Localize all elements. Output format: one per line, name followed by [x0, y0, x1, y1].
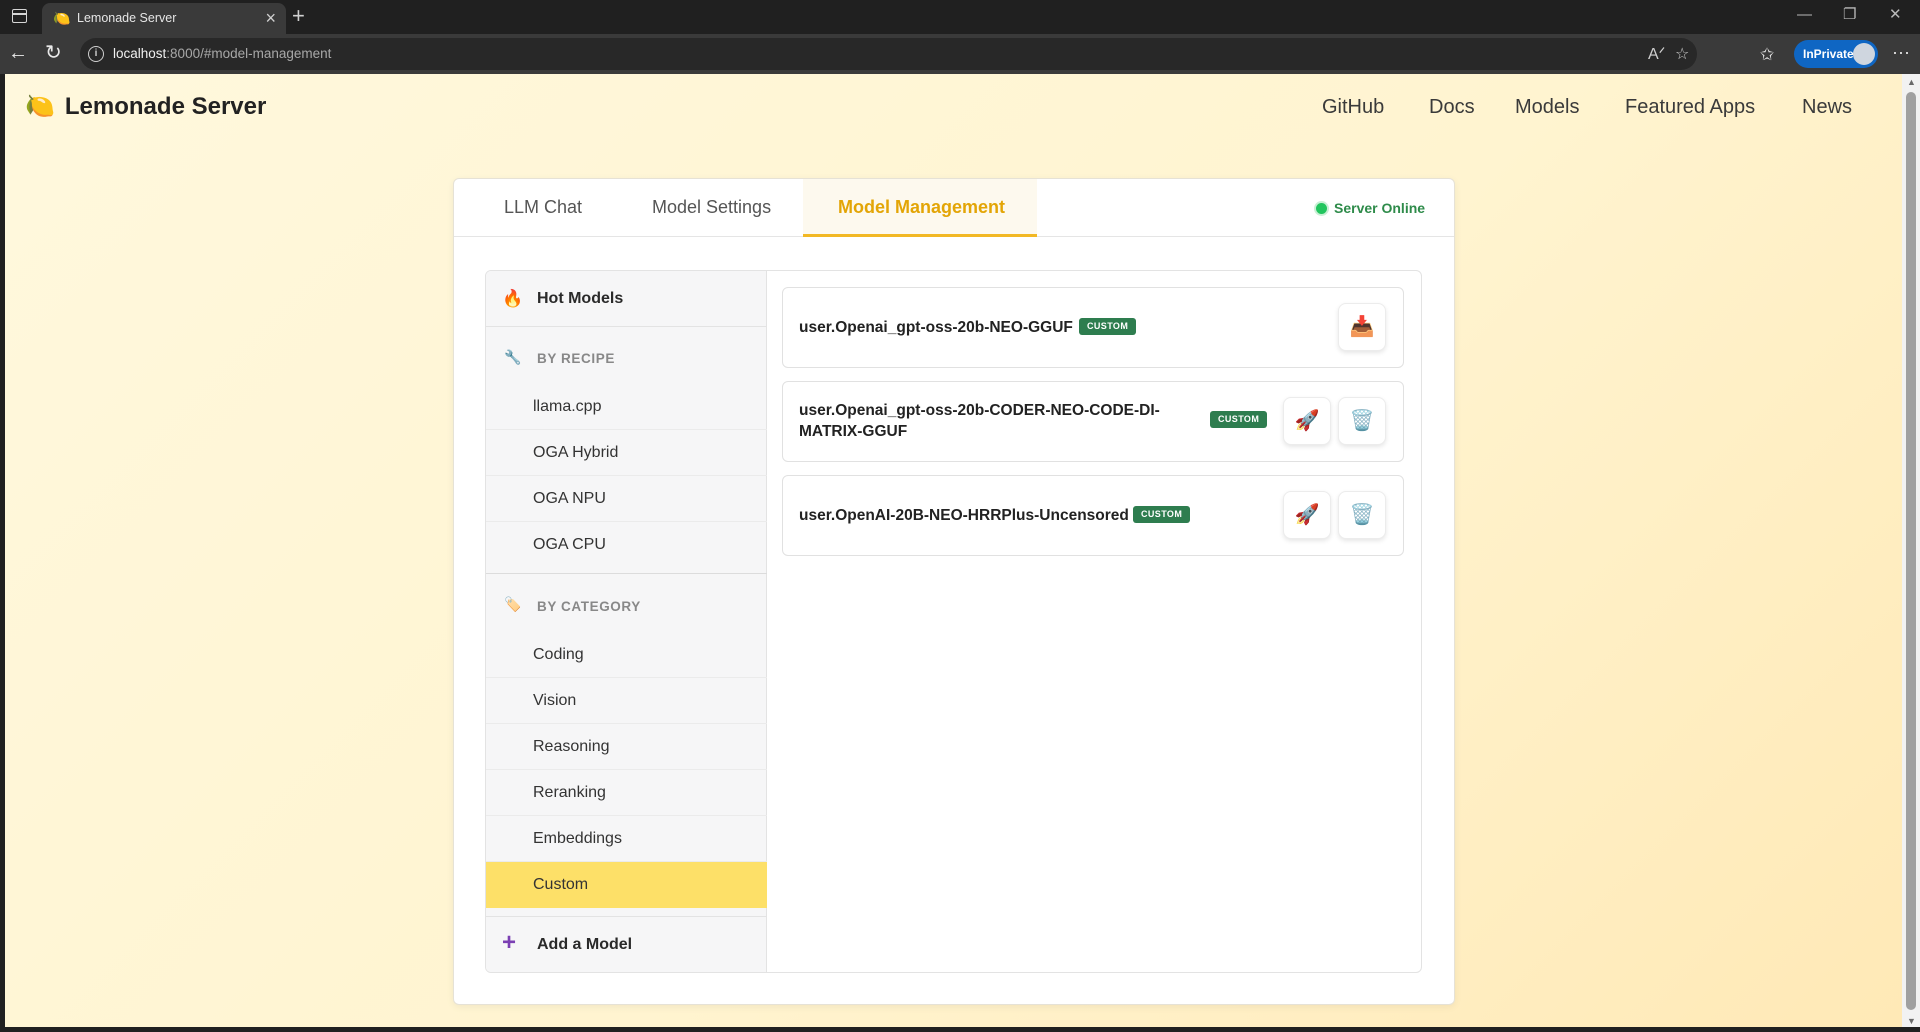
recipe-section-header: 🔧 BY RECIPE: [504, 349, 615, 366]
new-tab-icon[interactable]: +: [292, 3, 305, 29]
load-model-button[interactable]: 🚀: [1283, 397, 1331, 445]
nav-models[interactable]: Models: [1515, 96, 1579, 119]
list-item: user.Openai_gpt-oss-20b-CODER-NEO-CODE-D…: [782, 381, 1404, 462]
category-section-header: 🏷️ BY CATEGORY: [504, 596, 641, 614]
trash-icon: 🗑️: [1349, 504, 1375, 526]
url-input[interactable]: i localhost:8000/#model-management Aᐟ ☆: [80, 38, 1697, 70]
nav-featured-apps[interactable]: Featured Apps: [1625, 96, 1755, 119]
trash-icon: 🗑️: [1349, 410, 1375, 432]
server-status: Server Online: [1316, 200, 1425, 216]
tag-icon: 🏷️: [504, 596, 522, 612]
sidebar-item-hot-models[interactable]: 🔥 Hot Models: [486, 271, 767, 327]
tab-llm-chat[interactable]: LLM Chat: [504, 197, 582, 218]
model-name: user.OpenAI-20B-NEO-HRRPlus-Uncensored: [799, 507, 1129, 524]
nav-docs[interactable]: Docs: [1429, 96, 1475, 119]
inprivate-badge[interactable]: InPrivate: [1794, 40, 1878, 68]
list-item: user.Openai_gpt-oss-20b-NEO-GGUF CUSTOM …: [782, 287, 1404, 368]
sidebar-item-reranking[interactable]: Reranking: [486, 770, 767, 816]
model-name: user.Openai_gpt-oss-20b-NEO-GGUF: [799, 319, 1073, 336]
wrench-icon: 🔧: [504, 349, 522, 365]
load-model-button[interactable]: 🚀: [1283, 491, 1331, 539]
rocket-icon: 🚀: [1294, 504, 1320, 526]
sidebar-item-llama-cpp[interactable]: llama.cpp: [486, 384, 767, 430]
custom-badge: CUSTOM: [1210, 411, 1268, 428]
sidebar-item-embeddings[interactable]: Embeddings: [486, 816, 767, 862]
list-item: user.OpenAI-20B-NEO-HRRPlus-Uncensored C…: [782, 475, 1404, 556]
brand[interactable]: 🍋 Lemonade Server: [25, 92, 266, 121]
model-list: user.Openai_gpt-oss-20b-NEO-GGUF CUSTOM …: [767, 271, 1421, 972]
sidebar-item-coding[interactable]: Coding: [486, 632, 767, 678]
model-name: user.Openai_gpt-oss-20b-CODER-NEO-CODE-D…: [799, 402, 1160, 440]
restore-icon[interactable]: ❐: [1843, 6, 1856, 24]
favorite-star-icon[interactable]: ☆: [1675, 44, 1689, 64]
add-model-button[interactable]: + Add a Model: [486, 916, 767, 972]
more-menu-icon[interactable]: ···: [1892, 42, 1910, 63]
scrollbar-thumb[interactable]: [1906, 92, 1916, 1010]
status-dot-icon: [1316, 202, 1327, 214]
address-bar: ← ↻ i localhost:8000/#model-management A…: [0, 34, 1920, 74]
active-tab-indicator: [803, 234, 1037, 237]
scroll-up-icon[interactable]: ▲: [1907, 77, 1916, 87]
download-button[interactable]: 📥: [1338, 303, 1386, 351]
favorites-icon[interactable]: ✩: [1760, 44, 1774, 66]
tab-model-settings[interactable]: Model Settings: [652, 197, 771, 218]
delete-model-button[interactable]: 🗑️: [1338, 491, 1386, 539]
lemon-icon: 🍋: [25, 93, 55, 120]
lemon-icon: 🍋: [53, 10, 71, 26]
back-icon[interactable]: ←: [8, 42, 28, 64]
close-tab-icon[interactable]: ×: [265, 8, 276, 28]
sidebar-item-oga-cpu[interactable]: OGA CPU: [486, 522, 767, 568]
page: 🍋 Lemonade Server GitHub Docs Models Fea…: [5, 74, 1902, 1027]
brand-title: Lemonade Server: [64, 92, 267, 120]
custom-badge: CUSTOM: [1133, 506, 1191, 523]
sidebar-item-reasoning[interactable]: Reasoning: [486, 724, 767, 770]
tab-actions-icon[interactable]: [12, 9, 27, 23]
tab-bar: LLM Chat Model Settings Model Management…: [454, 179, 1454, 237]
refresh-icon[interactable]: ↻: [45, 42, 62, 64]
sidebar-item-oga-npu[interactable]: OGA NPU: [486, 476, 767, 522]
delete-model-button[interactable]: 🗑️: [1338, 397, 1386, 445]
fire-icon: 🔥: [502, 289, 524, 308]
server-status-text: Server Online: [1334, 200, 1426, 216]
sidebar: 🔥 Hot Models 🔧 BY RECIPE llama.cpp OGA H…: [486, 271, 767, 972]
download-icon: 📥: [1349, 316, 1375, 338]
tab-title: Lemonade Server: [77, 11, 177, 25]
main-card: LLM Chat Model Settings Model Management…: [453, 178, 1455, 1005]
avatar: [1853, 43, 1875, 65]
nav-news[interactable]: News: [1802, 96, 1852, 119]
custom-badge: CUSTOM: [1079, 318, 1137, 335]
minimize-icon[interactable]: —: [1797, 6, 1812, 24]
site-info-icon[interactable]: i: [88, 46, 104, 62]
sidebar-item-custom[interactable]: Custom: [486, 862, 767, 908]
close-window-icon[interactable]: ✕: [1889, 6, 1902, 24]
rocket-icon: 🚀: [1294, 410, 1320, 432]
sidebar-item-vision[interactable]: Vision: [486, 678, 767, 724]
plus-icon: +: [502, 929, 517, 956]
url-text: localhost:8000/#model-management: [113, 46, 332, 61]
scroll-down-icon[interactable]: ▼: [1907, 1016, 1916, 1026]
tab-model-management[interactable]: Model Management: [838, 197, 1005, 218]
read-aloud-icon[interactable]: Aᐟ: [1648, 44, 1665, 64]
nav-github[interactable]: GitHub: [1322, 96, 1384, 119]
browser-tabstrip: 🍋 Lemonade Server × + — ❐ ✕: [0, 0, 1920, 34]
browser-tab[interactable]: 🍋 Lemonade Server ×: [42, 3, 286, 34]
page-scrollbar[interactable]: ▲ ▼: [1902, 74, 1920, 1032]
sidebar-item-oga-hybrid[interactable]: OGA Hybrid: [486, 430, 767, 476]
model-management-panel: 🔥 Hot Models 🔧 BY RECIPE llama.cpp OGA H…: [485, 270, 1422, 973]
